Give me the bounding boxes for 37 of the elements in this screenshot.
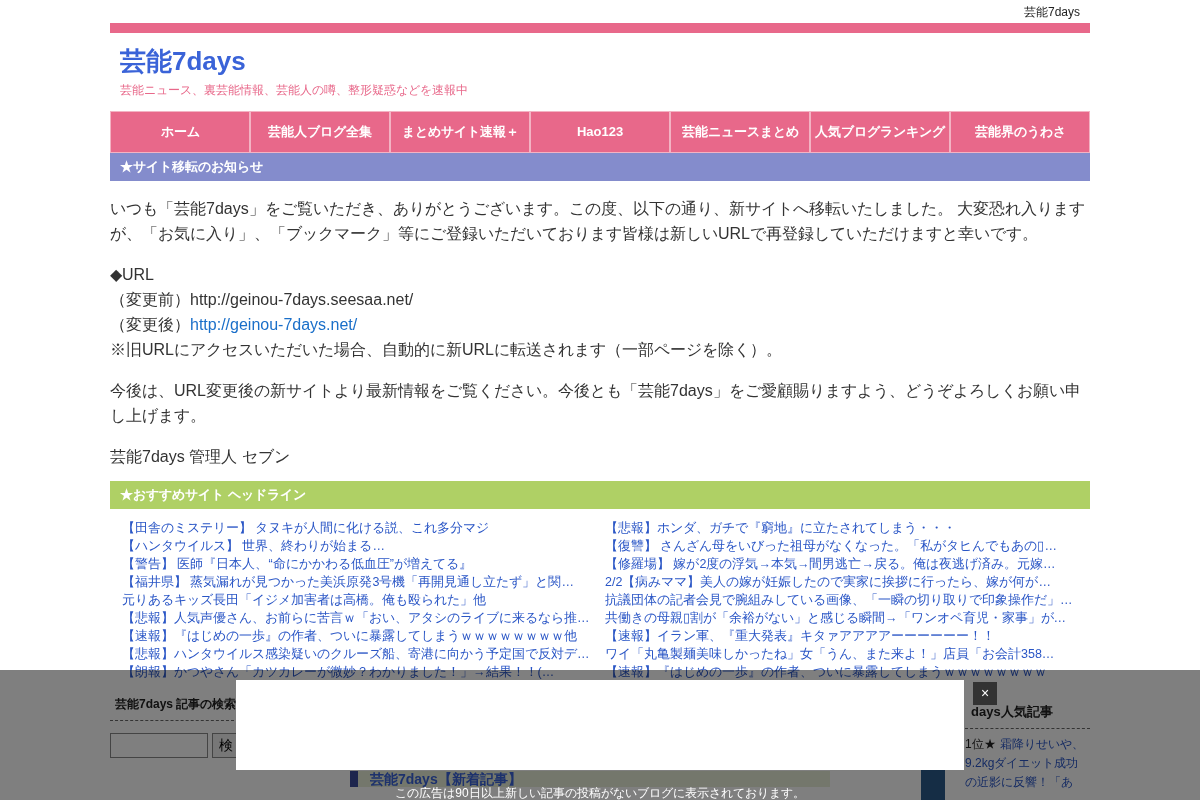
site-title[interactable]: 芸能7days [120, 46, 246, 76]
headline-link[interactable]: 【警告】 医師『日本人、“命にかかわる低血圧”が増えてる』 [122, 555, 472, 573]
url-label: （変更前） [110, 291, 190, 308]
site-name: 芸能7days [1023, 3, 1080, 21]
site-tagline: 芸能ニュース、裏芸能情報、芸能人の噂、整形疑惑などを速報中 [120, 83, 468, 97]
ad-notice: この広告は90日以上新しい記事の投稿がないブログに表示されております。 [395, 787, 805, 800]
new-url-link[interactable]: http://geinou-7days.net/ [190, 316, 358, 333]
url-label: （変更後） [110, 316, 190, 333]
headline-link[interactable]: 【田舎のミステリー】 タヌキが人間に化ける説、これ多分マジ [122, 519, 490, 537]
widget-title: 芸能7days 記事の検索 [115, 697, 237, 711]
url-heading: ◆URL [110, 266, 154, 283]
section-title: ★おすすめサイト ヘッドライン [120, 486, 306, 505]
headline-link[interactable]: 【速報】イラン軍、『重大発表』キタァアアアアーーーーーー！！ [605, 627, 995, 645]
signature: 芸能7days 管理人 セブン [110, 447, 291, 467]
close-button[interactable]: × [973, 682, 997, 705]
headline-link[interactable]: 共働きの母親▯割が「余裕がない」と感じる瞬間→「ワンオペ育児・家事」が… [605, 609, 1066, 627]
ranking-link[interactable]: 1位★ 霜降りせいや、9.2kgダイエット成功の近影に反響！「あ [965, 735, 1090, 792]
notice-paragraph: いつも「芸能7days」をご覧いただき、ありがとうございます。この度、以下の通り、新サイトへ移転いたしました。 大変恐れ入りますが、「お気に入り」、「ブックマーク」等にご登録いただいております皆様は新しいURLで再登録していただけますと幸いです。 [110, 199, 1087, 244]
headline-link[interactable]: 【復讐】 さんざん母をいびった祖母がなくなった。「私がタヒんでもあの▯… [605, 537, 1057, 555]
headline-link[interactable]: 元りあるキッズ長田「イジメ加害者は高橋。俺も殴られた」他 [122, 591, 486, 609]
section-title: ★サイト移転のお知らせ [120, 158, 263, 177]
banner-title: 芸能7days【新着記事】 [370, 771, 522, 787]
widget-title: days人気記事 [971, 704, 1053, 719]
headline-link[interactable]: 【悲報】ホンダ、ガチで『窮地』に立たされてしまう・・・ [605, 519, 956, 537]
headline-link[interactable]: 【ハンタウイルス】 世界、終わりが始まる… [122, 537, 385, 555]
headline-link[interactable]: 【修羅場】 嫁が2度の浮気→本気→間男逃亡→戻る。俺は夜逃げ済み。元嫁… [605, 555, 1056, 573]
headline-link[interactable]: 抗議団体の記者会見で腕組みしている画像、「一瞬の切り取りで印象操作だ」… [605, 591, 1073, 609]
search-field[interactable] [110, 733, 208, 758]
headline-link[interactable]: 2/2【病みママ】美人の嫁が妊娠したので実家に挨拶に行ったら、嫁が何が… [605, 573, 1051, 591]
headline-link[interactable]: 【福井県】 蒸気漏れが見つかった美浜原発3号機「再開見通し立たず」と関… [122, 573, 574, 591]
headline-link[interactable]: 【悲報】ハンタウイルス感染疑いのクルーズ船、寄港に向かう予定国で反対デ… [122, 645, 590, 663]
headline-link[interactable]: 【悲報】人気声優さん、お前らに苦言ｗ「おい、アタシのライブに来るなら推… [122, 609, 590, 627]
notice-paragraph: 今後は、URL変更後の新サイトより最新情報をご覧ください。今後とも「芸能7days」をご愛顧賜りますよう、どうぞよろしくお願い申し上げます。 [110, 381, 1082, 426]
headline-link[interactable]: ワイ「丸亀製麺美味しかったね」女「うん、また来よ！」店員「お会計358… [605, 645, 1055, 663]
old-url: http://geinou-7days.seesaa.net/ [190, 291, 414, 308]
headline-link[interactable]: 【速報】『はじめの一歩』の作者、ついに暴露してしまうｗｗｗｗｗｗｗｗ他 [122, 627, 577, 645]
redirect-note: ※旧URLにアクセスいただいた場合、自動的に新URLに転送されます（一部ページを除く）。 [110, 341, 782, 358]
